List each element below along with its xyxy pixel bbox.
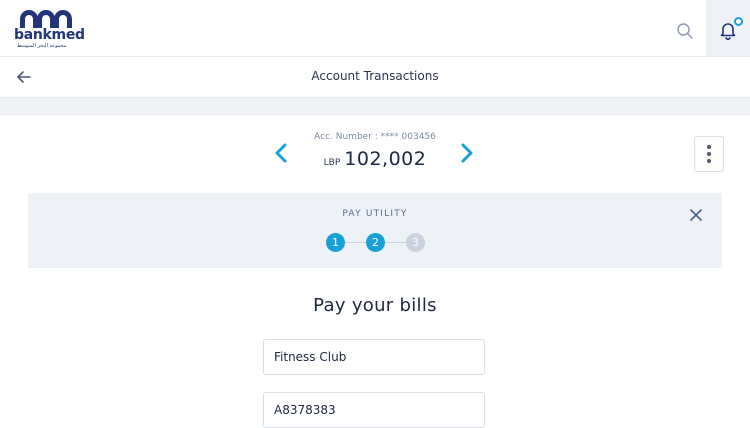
top-bar: bankmed مجموعة البحر المتوسط <box>0 0 750 57</box>
next-account-button[interactable] <box>458 142 476 164</box>
separator-band <box>0 98 750 115</box>
more-options-button[interactable] <box>694 136 724 172</box>
account-balance: LBP 102,002 <box>300 148 450 170</box>
account-selector: Acc. Number : **** 003456 LBP 102,002 <box>0 114 750 192</box>
previous-account-button[interactable] <box>272 142 290 164</box>
reference-field[interactable] <box>263 392 485 428</box>
step-3: 3 <box>406 233 425 252</box>
search-button[interactable] <box>676 22 694 40</box>
close-button[interactable] <box>688 207 704 223</box>
brand-tagline: مجموعة البحر المتوسط <box>17 43 67 49</box>
vertical-dots-icon <box>707 152 711 156</box>
bankmed-logo[interactable]: bankmed مجموعة البحر المتوسط <box>14 10 85 50</box>
step-connector <box>345 242 366 243</box>
pay-utility-panel: PAY UTILITY 1 2 3 <box>28 193 722 268</box>
step-1: 1 <box>326 233 345 252</box>
account-number: Acc. Number : **** 003456 <box>314 132 436 142</box>
panel-title: PAY UTILITY <box>342 209 408 219</box>
page-title: Account Transactions <box>311 69 439 83</box>
balance-currency: LBP <box>323 158 341 168</box>
sub-header: Account Transactions <box>0 57 750 98</box>
search-icon <box>677 23 693 39</box>
vertical-dots-icon <box>707 159 711 163</box>
notification-dot <box>734 17 743 26</box>
biller-input[interactable] <box>274 340 474 374</box>
step-2: 2 <box>366 233 385 252</box>
balance-amount: 102,002 <box>344 148 427 170</box>
step-indicator: 1 2 3 <box>326 233 426 253</box>
step-connector <box>385 242 406 243</box>
notifications-button[interactable] <box>706 0 750 56</box>
chevron-left-icon <box>275 143 287 163</box>
brand-name: bankmed <box>14 27 85 43</box>
close-icon <box>690 209 702 221</box>
form-title: Pay your bills <box>313 295 437 316</box>
biller-field[interactable] <box>263 339 485 375</box>
chevron-right-icon <box>461 143 473 163</box>
vertical-dots-icon <box>707 145 711 149</box>
bankmed-logo-mark <box>20 10 72 28</box>
